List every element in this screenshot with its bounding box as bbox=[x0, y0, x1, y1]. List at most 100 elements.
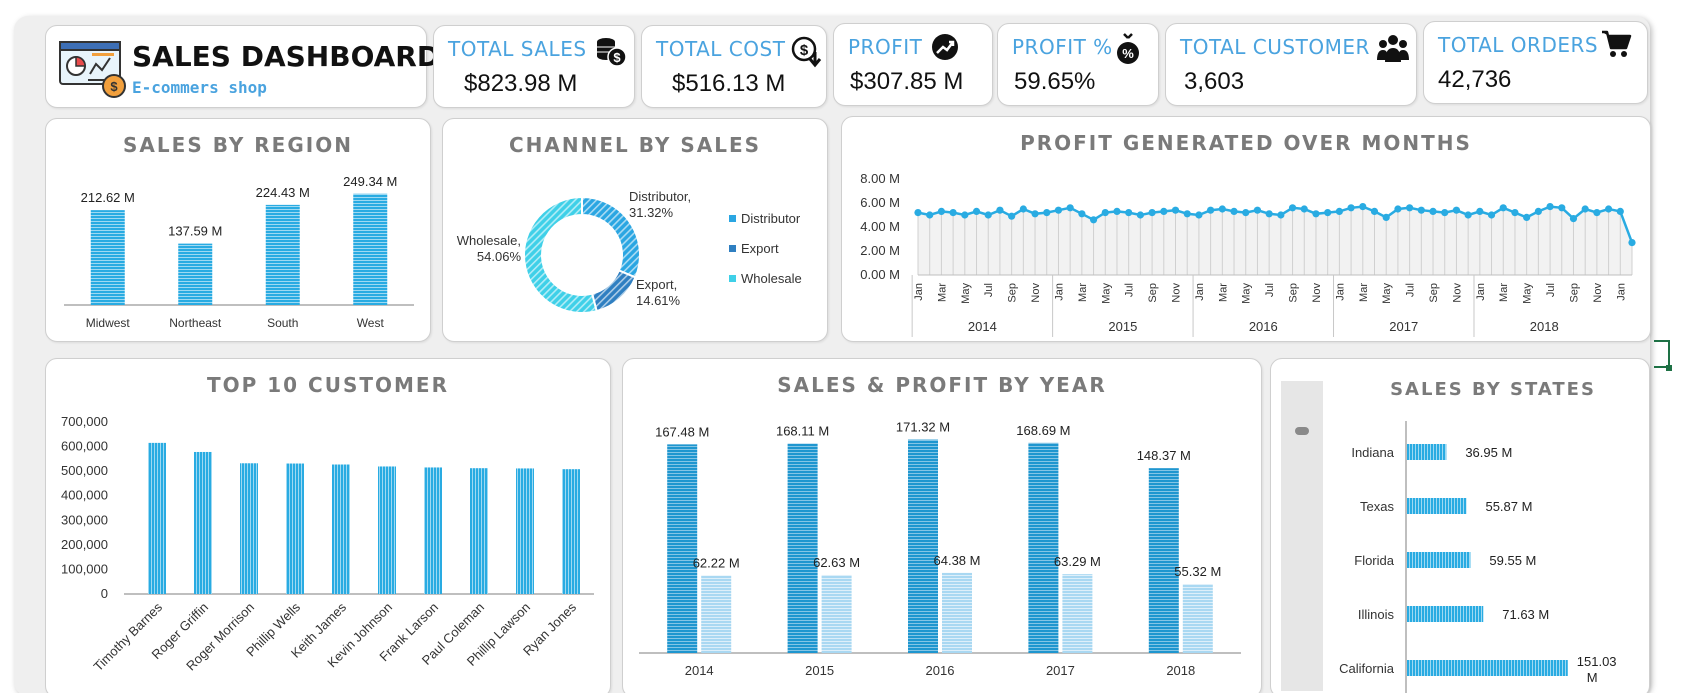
state-bar bbox=[1407, 606, 1484, 622]
channel-donut-chart: Distributor,31.32% Export,14.61% Wholesale… bbox=[457, 189, 802, 314]
profit-data-point bbox=[1558, 204, 1566, 212]
x-tick-label: 2016 bbox=[926, 663, 955, 678]
state-bar bbox=[1407, 444, 1447, 460]
profit-bar bbox=[1062, 574, 1093, 653]
profit-data-point bbox=[1464, 211, 1472, 219]
profit-data-point bbox=[972, 207, 981, 215]
customer-bar bbox=[516, 468, 534, 594]
legend-swatch bbox=[729, 245, 736, 252]
kpi-card-total-customer: TOTAL CUSTOMER 3,603 bbox=[1165, 23, 1417, 106]
slice-data-label: 14.61% bbox=[636, 293, 681, 308]
customer-bar bbox=[562, 469, 580, 594]
profit-data-point bbox=[1183, 210, 1191, 218]
customers-bar-chart: 0 100,000 200,000 300,000 400,000 500,000 600,… bbox=[61, 414, 594, 674]
profit-data-point bbox=[1581, 205, 1589, 213]
dashboard-logo-icon: $ bbox=[59, 41, 126, 98]
month-tick-label: Jan bbox=[913, 283, 925, 301]
x-tick-label: Midwest bbox=[86, 316, 131, 330]
profit-data-point bbox=[1148, 209, 1156, 217]
profit-data-point bbox=[1569, 215, 1578, 223]
slice-data-label: Distributor, bbox=[629, 189, 691, 204]
month-tick-label: Sep bbox=[1007, 283, 1019, 303]
profit-data-point bbox=[1195, 211, 1203, 219]
x-tick-label: 2014 bbox=[685, 663, 714, 678]
sales-bar bbox=[667, 444, 698, 653]
kpi-value: 3,603 bbox=[1184, 68, 1245, 95]
x-tick-label: 2018 bbox=[1166, 663, 1195, 678]
month-tick-label: Sep bbox=[1428, 283, 1440, 303]
customer-bar bbox=[470, 468, 488, 594]
profit-data-point bbox=[1277, 211, 1285, 219]
customer-bar bbox=[378, 466, 396, 594]
percent-bag-icon: % bbox=[1117, 33, 1139, 64]
profit-data-point bbox=[1160, 207, 1168, 215]
year-tick-label: 2018 bbox=[1530, 319, 1559, 334]
svg-text:$: $ bbox=[110, 79, 118, 94]
sales-data-label: 168.69 M bbox=[1016, 423, 1070, 438]
customer-bar bbox=[424, 467, 442, 594]
profit-data-point bbox=[1534, 207, 1542, 215]
slice-data-label: Export, bbox=[636, 277, 677, 292]
y-tick-label: 400,000 bbox=[61, 488, 108, 503]
profit-data-point bbox=[1242, 209, 1250, 217]
profit-data-point bbox=[1230, 207, 1238, 215]
x-tick-label: West bbox=[357, 316, 385, 330]
y-tick-label: 8.00 M bbox=[860, 171, 900, 186]
svg-text:%: % bbox=[1122, 46, 1134, 61]
profit-data-point bbox=[1019, 205, 1027, 213]
selected-cell-outline[interactable] bbox=[1654, 340, 1670, 368]
kpi-value: $516.13 M bbox=[672, 70, 786, 97]
profit-data-point bbox=[1604, 205, 1613, 213]
kpi-card-total-sales: TOTAL SALES $ $823.98 M bbox=[433, 25, 635, 108]
kpi-label: PROFIT % bbox=[1012, 35, 1113, 59]
bar-data-label: 224.43 M bbox=[256, 185, 310, 200]
year-tick-label: 2016 bbox=[1249, 319, 1278, 334]
profit-data-point bbox=[1207, 206, 1215, 214]
sales-bar bbox=[787, 443, 818, 653]
y-tick-label: 500,000 bbox=[61, 463, 108, 478]
yearly-bar-chart: 167.48 M 62.22 M 2014 168.11 M 62.63 M 2015 17… bbox=[639, 420, 1241, 678]
profit-data-point bbox=[996, 206, 1004, 214]
bar-data-label-unit: M bbox=[1587, 670, 1598, 685]
profit-data-point bbox=[1593, 209, 1601, 217]
profit-data-point bbox=[1417, 206, 1425, 214]
x-tick-label: Timothy Barnes bbox=[90, 599, 165, 674]
svg-text:$: $ bbox=[800, 42, 809, 59]
profit-data-point bbox=[1300, 205, 1308, 213]
profit-bar bbox=[942, 572, 972, 653]
kpi-label: PROFIT bbox=[848, 35, 923, 59]
y-tick-label: California bbox=[1339, 661, 1395, 676]
profit-data-point bbox=[1253, 206, 1262, 214]
year-tick-label: 2017 bbox=[1389, 319, 1418, 334]
shopping-cart-icon bbox=[1602, 30, 1632, 57]
profit-data-point bbox=[1008, 212, 1016, 220]
bar-data-label: 36.95 M bbox=[1465, 445, 1512, 460]
kpi-label: TOTAL COST bbox=[656, 37, 786, 61]
y-tick-label: Indiana bbox=[1351, 445, 1394, 460]
month-tick-label: Jan bbox=[1334, 283, 1346, 301]
sales-bar bbox=[1148, 468, 1179, 653]
kpi-value: $307.85 M bbox=[850, 68, 964, 95]
profit-data-point bbox=[1218, 205, 1226, 213]
fill-handle[interactable] bbox=[1666, 365, 1672, 371]
region-bar bbox=[178, 243, 213, 305]
profit-data-point bbox=[1487, 211, 1496, 219]
month-tick-label: Nov bbox=[1451, 283, 1463, 303]
states-bar-chart: Indiana 36.95 M Texas 55.87 M Florida 59.55 M… bbox=[1339, 421, 1617, 693]
profit-data-point bbox=[1312, 210, 1320, 218]
profit-data-point bbox=[1628, 239, 1636, 247]
region-bar bbox=[90, 210, 125, 305]
slice-data-label: Wholesale, bbox=[457, 233, 521, 248]
profit-data-point bbox=[1452, 206, 1461, 214]
month-tick-label: Nov bbox=[1592, 283, 1604, 303]
profit-data-point bbox=[1054, 206, 1063, 214]
y-tick-label: 6.00 M bbox=[860, 195, 900, 210]
profit-data-point bbox=[1031, 210, 1039, 218]
month-tick-label: Jul bbox=[1405, 283, 1417, 297]
region-bar-chart: 212.62 M Midwest 137.59 M Northeast 224.43 M… bbox=[64, 174, 414, 330]
bar-data-label: 212.62 M bbox=[81, 190, 135, 205]
sales-profit-by-year-card: SALES & PROFIT BY YEAR 167.48 M 62.22 M 20… bbox=[622, 358, 1262, 693]
month-tick-label: May bbox=[1241, 283, 1253, 304]
month-tick-label: Mar bbox=[1498, 283, 1510, 302]
kpi-label: TOTAL SALES bbox=[448, 37, 587, 61]
